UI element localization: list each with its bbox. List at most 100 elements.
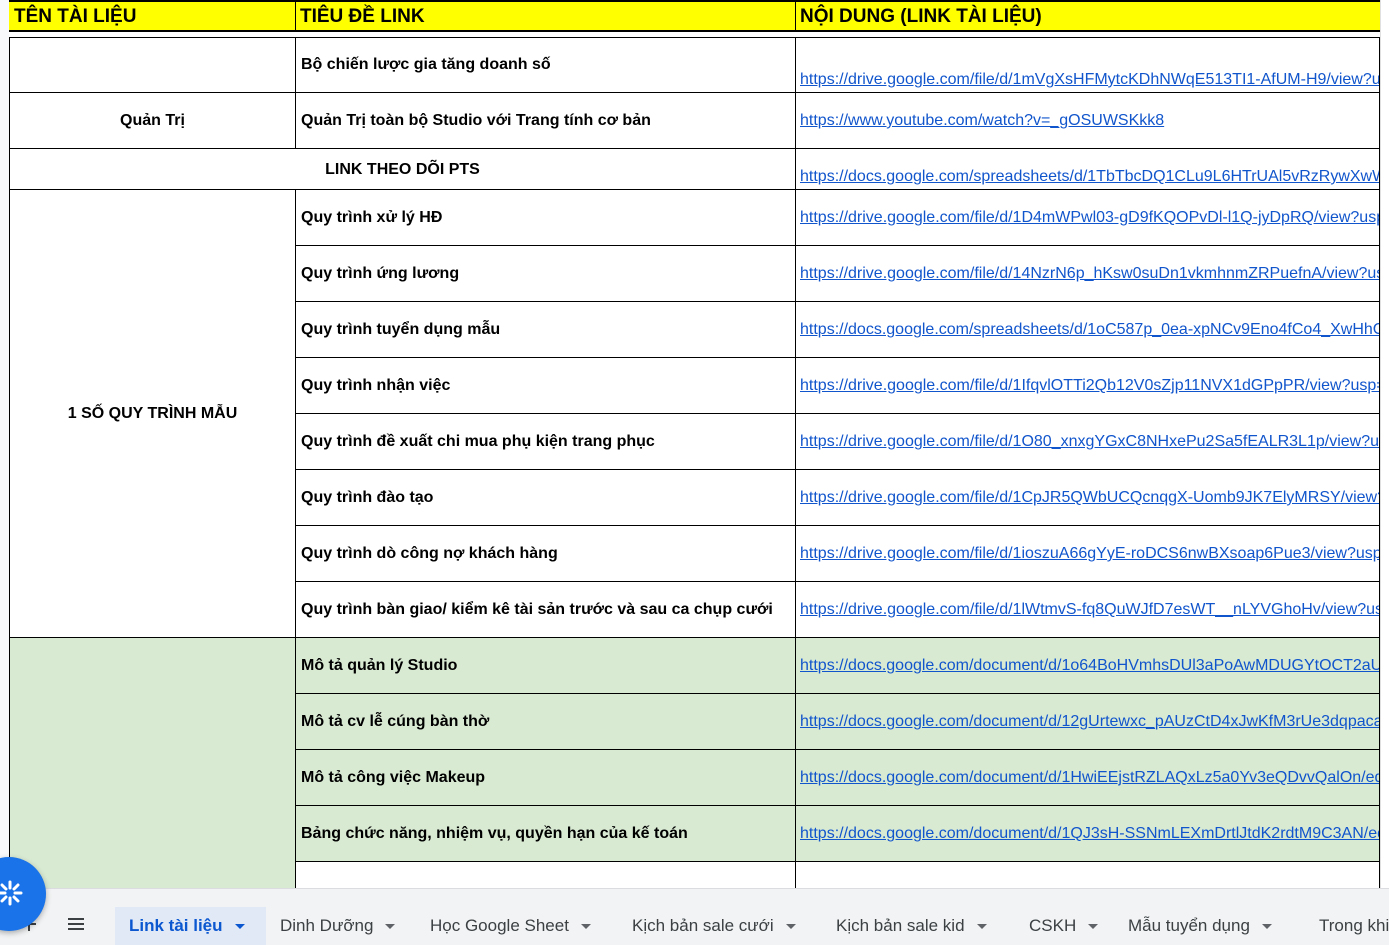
- grid-line: [295, 805, 1380, 806]
- sheet-tab-label: Kịch bản sale cưới: [632, 916, 774, 935]
- row-title-cell[interactable]: Quy trình đào tạo: [296, 470, 795, 526]
- header-noi-dung[interactable]: NỘI DUNG (LINK TÀI LIỆU): [795, 2, 1380, 30]
- chevron-down-icon[interactable]: [234, 924, 245, 930]
- document-link[interactable]: https://docs.google.com/document/d/1QJ3s…: [800, 825, 1379, 843]
- document-link[interactable]: https://docs.google.com/spreadsheets/d/1…: [800, 321, 1379, 339]
- vertical-scrollbar[interactable]: [1380, 0, 1389, 888]
- document-link[interactable]: https://drive.google.com/file/d/1D4mWPwl…: [800, 209, 1379, 227]
- sheet-tab-label: Trong khi: [1319, 916, 1389, 935]
- row-link-cell[interactable]: https://drive.google.com/file/d/1IfqvlOT…: [796, 358, 1379, 414]
- document-link[interactable]: https://drive.google.com/file/d/1lWtmvS-…: [800, 601, 1379, 619]
- sheet-tab[interactable]: Trong khi: [1305, 907, 1389, 945]
- grid-line: [295, 190, 296, 888]
- row-title-cell[interactable]: Quy trình tuyển dụng mẫu: [296, 302, 795, 358]
- sheet-tab[interactable]: CSKH: [1015, 907, 1114, 945]
- row-link-cell[interactable]: https://drive.google.com/file/d/1O80_xnx…: [796, 414, 1379, 470]
- grid-line: [295, 37, 296, 149]
- section-link-theo-doi[interactable]: LINK THEO DÕI PTS: [10, 149, 795, 190]
- chevron-down-icon[interactable]: [785, 924, 796, 930]
- chevron-down-icon[interactable]: [1261, 924, 1272, 930]
- grid-line: [295, 693, 1380, 694]
- row-link-cell[interactable]: https://drive.google.com/file/d/1ioszuA6…: [796, 526, 1379, 582]
- row-link-cell[interactable]: https://docs.google.com/document/d/1QJ3s…: [796, 806, 1379, 862]
- section-quy-trinh-mau[interactable]: 1 SỐ QUY TRÌNH MẪU: [10, 190, 295, 638]
- row-title-cell[interactable]: Quy trình ứng lương: [296, 246, 795, 302]
- row-link-cell[interactable]: https://drive.google.com/file/d/14NzrN6p…: [796, 246, 1379, 302]
- sheet-tab-label: Mẫu tuyển dụng: [1128, 916, 1250, 935]
- sheet-tab-label: Dinh Dưỡng: [280, 916, 374, 935]
- sheet-tab[interactable]: Học Google Sheet: [416, 907, 618, 945]
- row-link-cell[interactable]: https://docs.google.com/spreadsheets/d/1…: [796, 149, 1379, 190]
- row-title-cell[interactable]: Quy trình xử lý HĐ: [296, 190, 795, 246]
- document-link[interactable]: https://drive.google.com/file/d/1CpJR5QW…: [800, 489, 1379, 507]
- document-link[interactable]: https://drive.google.com/file/d/1mVgXsHF…: [800, 71, 1379, 89]
- document-link[interactable]: https://drive.google.com/file/d/1O80_xnx…: [800, 433, 1379, 451]
- row-title-cell[interactable]: Quy trình đề xuất chi mua phụ kiện trang…: [296, 414, 795, 470]
- row-link-cell[interactable]: https://docs.google.com/spreadsheets/d/1…: [796, 302, 1379, 358]
- sheet-tab-label: Kịch bản sale kid: [836, 916, 965, 935]
- chevron-down-icon[interactable]: [1088, 924, 1099, 930]
- sheet-tab-label: Học Google Sheet: [430, 916, 569, 935]
- grid-line: [9, 92, 1380, 93]
- grid-line: [795, 37, 796, 888]
- row-title-cell[interactable]: Quy trình dò công nợ khách hàng: [296, 526, 795, 582]
- sheet-tab[interactable]: Kịch bản sale kid: [822, 907, 1015, 945]
- document-link[interactable]: https://www.youtube.com/watch?v=_gOSUWSK…: [800, 112, 1164, 130]
- grid-line: [9, 148, 1380, 149]
- row-title-cell[interactable]: Mô tả quản lý Studio: [296, 638, 795, 694]
- sheet-tab[interactable]: Kịch bản sale cưới: [618, 907, 822, 945]
- sheet-tab[interactable]: Mẫu tuyển dụng: [1114, 907, 1305, 945]
- sheet-tab[interactable]: Link tài liệu: [115, 907, 266, 945]
- chevron-down-icon[interactable]: [385, 924, 396, 930]
- row-link-cell[interactable]: https://drive.google.com/file/d/1D4mWPwl…: [796, 190, 1379, 246]
- sheet-tab-bar: Link tài liệu Dinh Dưỡng Học Google Sheet K…: [0, 888, 1389, 945]
- grid-line: [295, 749, 1380, 750]
- row-title-cell[interactable]: Bảng chức năng, nhiệm vụ, quyền hạn của …: [296, 806, 795, 862]
- row-title-cell[interactable]: Bộ chiến lược gia tăng doanh số: [296, 37, 795, 93]
- sheet-tab-label: Link tài liệu: [129, 916, 223, 935]
- document-link[interactable]: https://docs.google.com/spreadsheets/d/1…: [800, 168, 1379, 186]
- grid-line: [295, 861, 1380, 862]
- header-divider: [295, 0, 296, 30]
- grid-line: [295, 357, 1380, 358]
- spreadsheet-grid[interactable]: TÊN TÀI LIỆU TIÊU ĐỀ LINK NỘI DUNG (LINK…: [0, 0, 1389, 888]
- document-link[interactable]: https://drive.google.com/file/d/14NzrN6p…: [800, 265, 1379, 283]
- row-link-cell[interactable]: https://docs.google.com/document/d/1HwiE…: [796, 750, 1379, 806]
- row-title-cell[interactable]: Mô tả công việc Makeup: [296, 750, 795, 806]
- row-link-cell[interactable]: https://drive.google.com/file/d/1lWtmvS-…: [796, 582, 1379, 638]
- grid-line: [295, 469, 1380, 470]
- grid-line: [9, 189, 1380, 190]
- row-link-cell[interactable]: https://drive.google.com/file/d/1mVgXsHF…: [796, 37, 1379, 93]
- header-divider: [795, 0, 796, 30]
- row-title-cell[interactable]: Quản Trị toàn bộ Studio với Trang tính c…: [296, 93, 795, 149]
- header-ten-tai-lieu[interactable]: TÊN TÀI LIỆU: [9, 2, 295, 30]
- row-link-cell[interactable]: https://www.youtube.com/watch?v=_gOSUWSK…: [796, 93, 1379, 149]
- chevron-down-icon[interactable]: [976, 924, 987, 930]
- chevron-down-icon[interactable]: [580, 924, 591, 930]
- sheet-tab-label: CSKH: [1029, 916, 1077, 935]
- document-link[interactable]: https://docs.google.com/document/d/1o64B…: [800, 657, 1379, 675]
- grid-line: [9, 37, 1380, 38]
- sheet-tab[interactable]: Dinh Dưỡng: [266, 907, 416, 945]
- row-title-cell[interactable]: Quy trình bàn giao/ kiểm kê tài sản trướ…: [296, 582, 795, 638]
- grid-line: [295, 525, 1380, 526]
- gemini-assist-icon: [0, 880, 23, 906]
- row-link-cell[interactable]: https://docs.google.com/document/d/12gUr…: [796, 694, 1379, 750]
- grid-line: [295, 637, 1380, 638]
- document-link[interactable]: https://drive.google.com/file/d/1IfqvlOT…: [800, 377, 1379, 395]
- grid-line: [295, 245, 1380, 246]
- row-link-cell[interactable]: https://docs.google.com/document/d/1o64B…: [796, 638, 1379, 694]
- row-title-cell[interactable]: Quy trình nhận việc: [296, 358, 795, 414]
- grid-line: [295, 413, 1380, 414]
- grid-line: [9, 37, 10, 888]
- all-sheets-icon[interactable]: [66, 915, 86, 933]
- section-link-theo-doi-label: LINK THEO DÕI PTS: [325, 160, 480, 178]
- header-tieu-de-link[interactable]: TIÊU ĐỀ LINK: [295, 2, 795, 30]
- document-link[interactable]: https://docs.google.com/document/d/1HwiE…: [800, 769, 1379, 787]
- row-link-cell[interactable]: https://drive.google.com/file/d/1CpJR5QW…: [796, 470, 1379, 526]
- document-link[interactable]: https://docs.google.com/document/d/12gUr…: [800, 713, 1379, 731]
- green-section-merged-cell[interactable]: [10, 638, 295, 888]
- document-link[interactable]: https://drive.google.com/file/d/1ioszuA6…: [800, 545, 1379, 563]
- section-quan-tri[interactable]: Quản Trị: [10, 93, 295, 149]
- row-title-cell[interactable]: Mô tả cv lễ cúng bàn thờ: [296, 694, 795, 750]
